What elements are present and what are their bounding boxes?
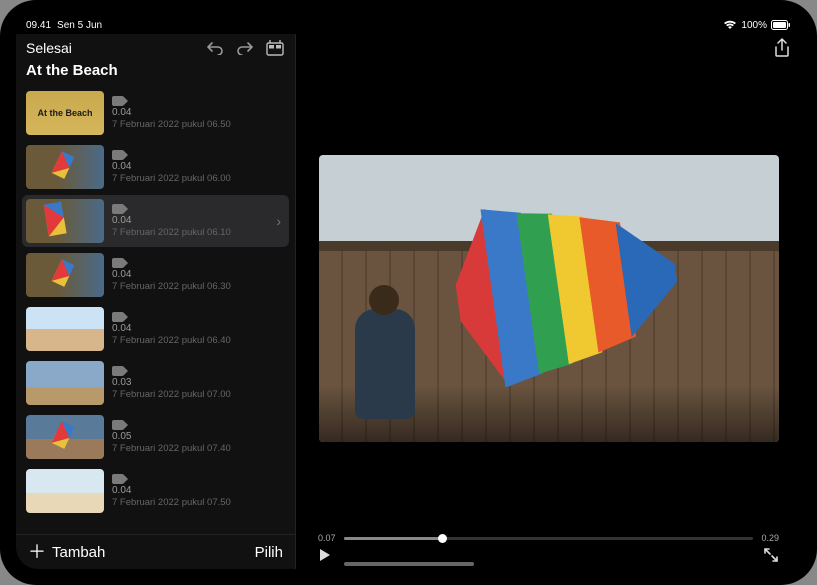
video-icon [112,150,124,160]
clip-thumbnail [26,415,104,459]
clip-row[interactable]: 0.04 7 Februari 2022 pukul 07.50 [22,465,289,517]
fullscreen-button[interactable] [763,547,779,563]
clip-date: 7 Februari 2022 pukul 07.50 [112,497,285,508]
video-icon [112,204,124,214]
clip-row[interactable]: 0.04 7 Februari 2022 pukul 06.00 [22,141,289,193]
video-icon [112,474,124,484]
viewer: 0.07 0.29 [296,34,801,569]
clip-row[interactable]: 0.03 7 Februari 2022 pukul 07.00 [22,357,289,409]
clip-row[interactable]: 0.04 7 Februari 2022 pukul 06.30 [22,249,289,301]
clip-duration: 0.04 [112,269,285,280]
plus-icon: ＋ [28,543,46,561]
clip-thumbnail [26,307,104,351]
video-icon [112,96,124,106]
storyboard-button[interactable] [265,38,285,58]
video-icon [112,312,124,322]
video-preview[interactable] [319,155,779,443]
clip-duration: 0.03 [112,377,285,388]
redo-button[interactable] [235,38,255,58]
clip-row[interactable]: At the Beach 0.04 7 Februari 2022 pukul … [22,87,289,139]
clip-date: 7 Februari 2022 pukul 07.40 [112,443,285,454]
home-indicator[interactable] [344,562,474,566]
clip-duration: 0.04 [112,485,285,496]
clip-date: 7 Februari 2022 pukul 07.00 [112,389,285,400]
time-total: 0.29 [761,533,779,543]
select-button[interactable]: Pilih [255,544,283,561]
clip-duration: 0.05 [112,431,285,442]
share-button[interactable] [773,38,791,56]
clip-row[interactable]: 0.05 7 Februari 2022 pukul 07.40 [22,411,289,463]
clip-thumbnail [26,199,104,243]
status-bar: 09.41 Sen 5 Jun 100% [16,16,801,34]
play-button[interactable] [318,548,332,562]
video-icon [112,258,124,268]
video-icon [112,420,124,430]
clip-thumbnail [26,361,104,405]
status-date: Sen 5 Jun [57,20,102,31]
add-label: Tambah [52,544,105,561]
battery-percentage: 100% [741,20,767,31]
video-icon [112,366,124,376]
clip-date: 7 Februari 2022 pukul 06.00 [112,173,285,184]
undo-button[interactable] [205,38,225,58]
sidebar: Selesai At the Beach [16,34,296,569]
kite-graphic [445,183,688,392]
time-current: 0.07 [318,533,336,543]
clip-duration: 0.04 [112,215,268,226]
clip-date: 7 Februari 2022 pukul 06.30 [112,281,285,292]
clip-thumbnail [26,253,104,297]
clip-row[interactable]: 0.04 7 Februari 2022 pukul 06.10 › [22,195,289,247]
wifi-icon [723,20,737,30]
clip-list[interactable]: At the Beach 0.04 7 Februari 2022 pukul … [16,87,295,534]
clip-duration: 0.04 [112,161,285,172]
chevron-right-icon: › [276,213,285,229]
battery-icon [771,20,791,30]
clip-date: 7 Februari 2022 pukul 06.50 [112,119,285,130]
clip-date: 7 Februari 2022 pukul 06.10 [112,227,268,238]
done-button[interactable]: Selesai [26,40,72,56]
clip-thumbnail [26,145,104,189]
add-button[interactable]: ＋ Tambah [28,543,105,561]
clip-duration: 0.04 [112,107,285,118]
clip-thumbnail: At the Beach [26,91,104,135]
scrubber-knob[interactable] [438,534,447,543]
scrubber[interactable] [344,537,754,540]
clip-thumbnail [26,469,104,513]
status-time: 09.41 [26,20,51,31]
project-title: At the Beach [16,60,295,87]
clip-row[interactable]: 0.04 7 Februari 2022 pukul 06.40 [22,303,289,355]
clip-date: 7 Februari 2022 pukul 06.40 [112,335,285,346]
clip-duration: 0.04 [112,323,285,334]
